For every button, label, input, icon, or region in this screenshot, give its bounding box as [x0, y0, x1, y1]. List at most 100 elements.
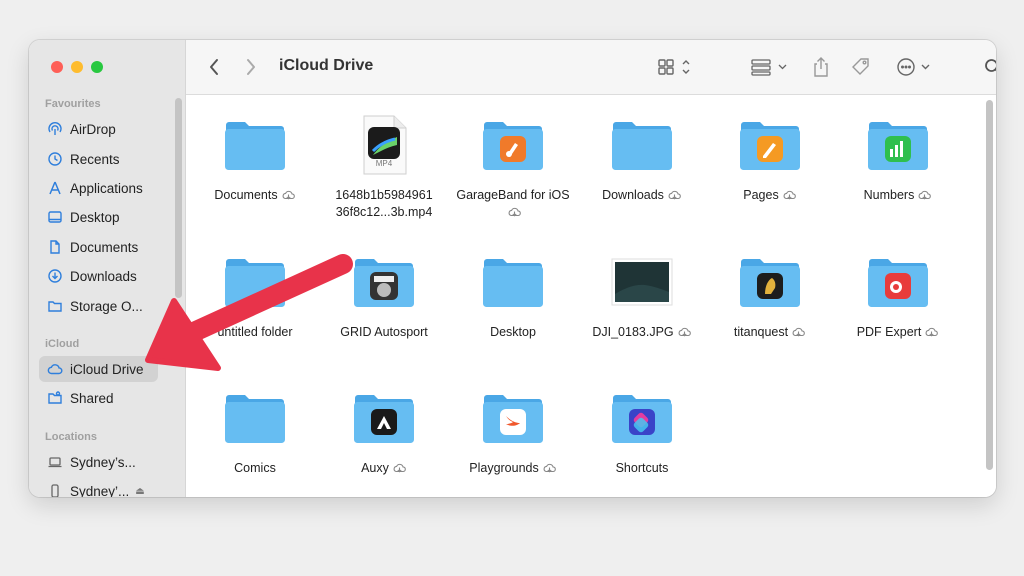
sidebar-item-storage[interactable]: Storage O...: [39, 293, 158, 319]
sidebar-item-iphone[interactable]: Sydney’... ⏏: [39, 478, 158, 497]
finder-window: Favourites AirDrop Recents Applications …: [29, 40, 996, 497]
file-item[interactable]: Documents: [191, 114, 319, 205]
file-name-text: Comics: [234, 461, 276, 475]
file-item[interactable]: Comics: [191, 387, 319, 477]
clock-icon: [47, 151, 63, 167]
file-name: Desktop: [449, 324, 577, 341]
file-name: untitled folder: [191, 324, 319, 341]
file-name-text: titanquest: [733, 325, 789, 339]
cloud-download-icon[interactable]: [917, 188, 932, 205]
cloud-download-icon[interactable]: [542, 461, 557, 478]
file-name-text: Numbers: [863, 188, 915, 202]
search-button[interactable]: [982, 56, 996, 78]
file-name: Auxy: [320, 460, 448, 478]
file-name: Shortcuts: [578, 460, 706, 477]
desktop-icon: [47, 209, 63, 225]
sidebar-item-label: Sydney’s...: [70, 454, 136, 470]
icon-grid-icon: [658, 59, 690, 75]
sidebar-item-icloud-drive[interactable]: iCloud Drive: [39, 356, 158, 382]
file-item[interactable]: DJI_0183.JPG: [578, 251, 706, 342]
sidebar-item-label: Desktop: [70, 209, 120, 225]
back-button[interactable]: [204, 56, 224, 78]
sidebar-item-shared[interactable]: Shared: [39, 385, 158, 411]
file-item[interactable]: Playgrounds: [449, 387, 577, 478]
view-mode-button[interactable]: [656, 56, 696, 78]
file-name: titanquest: [706, 324, 834, 342]
file-name: GarageBand for iOS: [449, 187, 577, 222]
cloud-download-icon[interactable]: [667, 188, 682, 205]
numbers-folder-icon: [867, 114, 929, 176]
file-item[interactable]: GRID Autosport: [320, 251, 448, 341]
sidebar-item-label: Applications: [70, 180, 143, 196]
cloud-download-icon[interactable]: [782, 188, 797, 205]
group-by-button[interactable]: [749, 56, 793, 78]
sidebar-item-desktop[interactable]: Desktop: [39, 204, 158, 230]
sidebar-item-recents[interactable]: Recents: [39, 146, 158, 172]
file-name: Documents: [191, 187, 319, 205]
minimize-window-button[interactable]: [71, 61, 83, 73]
file-item[interactable]: Shortcuts: [578, 387, 706, 477]
folder-icon: [224, 114, 286, 176]
sidebar-item-applications[interactable]: Applications: [39, 175, 158, 201]
sidebar-heading-favourites: Favourites: [45, 98, 101, 110]
cloud-download-icon[interactable]: [924, 325, 939, 342]
toolbar: iCloud Drive: [186, 40, 996, 95]
share-icon: [814, 57, 828, 77]
file-item[interactable]: Pages: [706, 114, 834, 205]
cloud-download-icon[interactable]: [677, 325, 692, 342]
more-actions-button[interactable]: [894, 56, 936, 78]
search-icon: [985, 59, 996, 72]
tag-button[interactable]: [849, 56, 873, 78]
file-name-text: Pages: [743, 188, 779, 202]
group-icon: [751, 59, 787, 76]
pages-folder-icon: [739, 114, 801, 176]
sidebar-item-label: Storage O...: [70, 298, 143, 314]
forward-button[interactable]: [241, 56, 261, 78]
sidebar-item-downloads[interactable]: Downloads: [39, 263, 158, 289]
sidebar-item-airdrop[interactable]: AirDrop: [39, 116, 158, 142]
eject-icon[interactable]: ⏏: [135, 486, 144, 497]
chevron-left-icon: [210, 59, 218, 75]
file-name-text: GarageBand for iOS: [456, 188, 570, 202]
sidebar-heading-locations: Locations: [45, 431, 97, 443]
image-thumbnail-icon: [611, 251, 673, 313]
airdrop-icon: [47, 121, 63, 137]
cloud-download-icon[interactable]: [507, 205, 522, 222]
ellipsis-circle-icon: [897, 58, 930, 76]
sidebar-item-label: Shared: [70, 390, 114, 406]
cloud-download-icon[interactable]: [281, 188, 296, 205]
file-grid: Documents MP4 1648b1b5984961 36f8c12...3b.…: [186, 96, 996, 497]
close-window-button[interactable]: [51, 61, 63, 73]
file-name: GRID Autosport: [320, 324, 448, 341]
file-item[interactable]: untitled folder: [191, 251, 319, 341]
zoom-window-button[interactable]: [91, 61, 103, 73]
sidebar-item-documents[interactable]: Documents: [39, 234, 158, 260]
garageband-folder-icon: [482, 114, 544, 176]
file-name-text: Desktop: [490, 325, 536, 339]
file-item[interactable]: Desktop: [449, 251, 577, 341]
sidebar-item-mac[interactable]: Sydney’s...: [39, 449, 158, 475]
sidebar-heading-icloud: iCloud: [45, 338, 80, 350]
pdfexpert-folder-icon: [867, 251, 929, 313]
sidebar-item-label: Downloads: [70, 268, 137, 284]
file-item[interactable]: MP4 1648b1b5984961 36f8c12...3b.mp4: [320, 114, 448, 221]
file-type-badge: MP4: [375, 159, 393, 168]
file-name-text: Downloads: [602, 188, 664, 202]
applications-icon: [47, 180, 63, 196]
file-item[interactable]: Numbers: [834, 114, 962, 205]
file-item[interactable]: Auxy: [320, 387, 448, 478]
share-button[interactable]: [810, 56, 832, 78]
content-scrollbar[interactable]: [986, 100, 993, 470]
laptop-icon: [47, 454, 63, 470]
file-item[interactable]: PDF Expert: [834, 251, 962, 342]
file-name: Numbers: [834, 187, 962, 205]
file-name: Downloads: [578, 187, 706, 205]
cloud-icon: [47, 361, 63, 377]
cloud-download-icon[interactable]: [392, 461, 407, 478]
file-item[interactable]: titanquest: [706, 251, 834, 342]
file-item[interactable]: GarageBand for iOS: [449, 114, 577, 222]
sidebar-scrollbar[interactable]: [175, 98, 182, 298]
file-item[interactable]: Downloads: [578, 114, 706, 205]
folder-icon: [47, 298, 63, 314]
cloud-download-icon[interactable]: [791, 325, 806, 342]
